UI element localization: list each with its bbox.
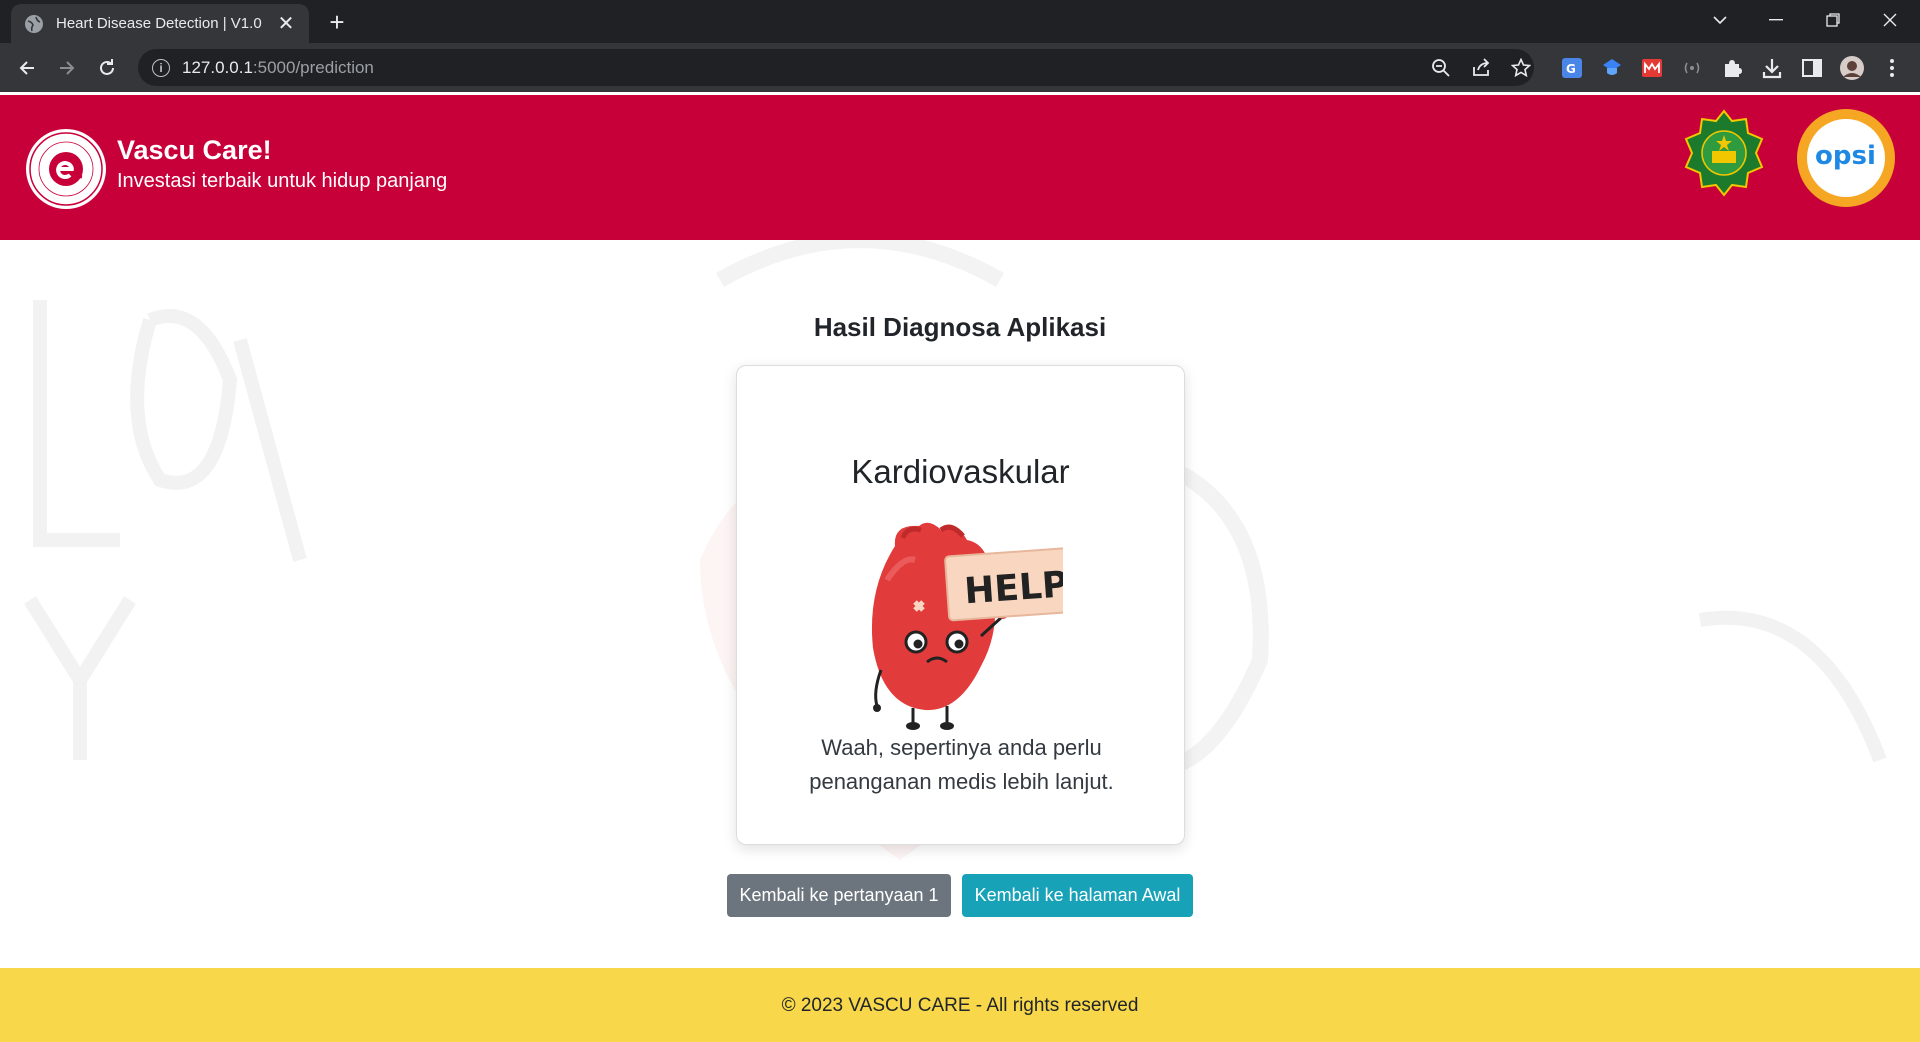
help-sign-text: HELP!: [963, 563, 1063, 612]
result-card: Kardiovaskular HELP! Waah, sepertinya an…: [736, 365, 1185, 845]
main-content: Hasil Diagnosa Aplikasi Kardiovaskular H…: [0, 240, 1920, 968]
site-header: Vascu Care! Investasi terbaik untuk hidu…: [0, 95, 1920, 240]
tab-search-icon[interactable]: [1700, 4, 1740, 36]
back-to-home-button[interactable]: Kembali ke halaman Awal: [962, 874, 1193, 917]
red-extension-icon[interactable]: [1639, 55, 1665, 81]
restore-icon[interactable]: [1813, 4, 1853, 36]
reload-icon[interactable]: [92, 53, 122, 83]
site-info-icon[interactable]: i: [152, 58, 170, 77]
bookmark-star-icon[interactable]: [1509, 56, 1533, 80]
brand-title: Vascu Care!: [117, 135, 272, 165]
svg-text:opsi: opsi: [1815, 141, 1876, 171]
close-window-icon[interactable]: [1870, 4, 1910, 36]
browser-tab-bar: Heart Disease Detection | V1.0 ✕ +: [0, 0, 1920, 43]
translate-extension-icon[interactable]: G: [1559, 55, 1585, 81]
blue-extension-icon[interactable]: [1599, 55, 1625, 81]
browser-toolbar: i 127.0.0.1:5000/prediction G: [0, 43, 1920, 92]
side-panel-icon[interactable]: [1799, 55, 1825, 81]
browser-tab[interactable]: Heart Disease Detection | V1.0 ✕: [11, 4, 309, 43]
footer-copyright: © 2023 VASCU CARE - All rights reserved: [781, 995, 1139, 1016]
url-path: :5000/prediction: [252, 57, 374, 77]
new-tab-button[interactable]: +: [323, 7, 351, 37]
sad-heart-help-illustration: HELP!: [871, 522, 1063, 730]
site-footer: © 2023 VASCU CARE - All rights reserved: [0, 968, 1920, 1042]
vascu-care-logo[interactable]: [26, 129, 106, 209]
url-host: 127.0.0.1: [182, 57, 253, 77]
forward-icon[interactable]: [52, 53, 82, 83]
back-icon[interactable]: [12, 53, 42, 83]
chrome-menu-icon[interactable]: [1879, 55, 1905, 81]
download-icon[interactable]: [1759, 55, 1785, 81]
close-tab-icon[interactable]: ✕: [275, 13, 297, 35]
address-bar[interactable]: i 127.0.0.1:5000/prediction: [138, 49, 1534, 86]
page-title: Hasil Diagnosa Aplikasi: [813, 312, 1107, 342]
media-extension-icon[interactable]: [1679, 55, 1705, 81]
back-to-question-1-button[interactable]: Kembali ke pertanyaan 1: [727, 874, 951, 917]
puzzle-extensions-icon[interactable]: [1719, 55, 1745, 81]
brand-tagline: Investasi terbaik untuk hidup panjang: [117, 170, 448, 192]
minimize-icon[interactable]: [1756, 4, 1796, 36]
profile-avatar-icon[interactable]: [1839, 55, 1865, 81]
tab-title: Heart Disease Detection | V1.0: [56, 15, 262, 32]
result-message: Waah, sepertinya anda perlu penanganan m…: [809, 735, 1114, 794]
man-1-medan-logo: [1676, 107, 1772, 219]
globe-icon: [25, 14, 43, 33]
share-icon[interactable]: [1469, 56, 1493, 80]
svg-text:G: G: [1566, 62, 1576, 76]
result-title: Kardiovaskular: [851, 453, 1070, 490]
opsi-logo: opsi: [1797, 109, 1895, 207]
zoom-icon[interactable]: [1429, 56, 1453, 80]
